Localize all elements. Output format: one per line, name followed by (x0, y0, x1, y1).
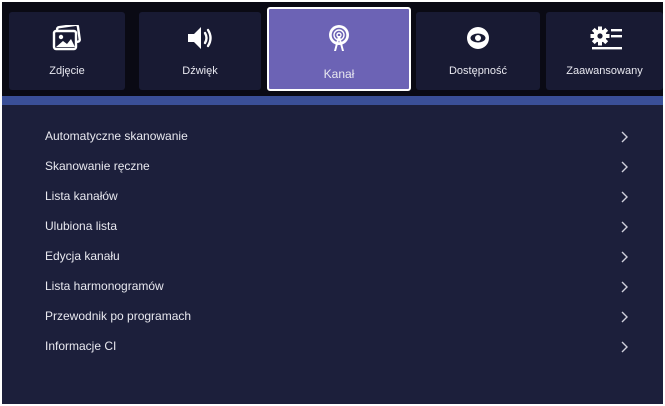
menu-item-manual-scan[interactable]: Skanowanie ręczne (2, 152, 663, 182)
chevron-right-icon (621, 311, 628, 323)
tab-label: Kanał (323, 67, 355, 81)
tab-channel[interactable]: Kanał (267, 7, 411, 91)
chevron-right-icon (621, 251, 628, 263)
menu-item-channel-list[interactable]: Lista kanałów (2, 182, 663, 212)
chevron-right-icon (621, 131, 628, 143)
tab-label: Zaawansowany (566, 65, 643, 77)
menu-item-favorite-list[interactable]: Ulubiona lista (2, 212, 663, 242)
menu-item-schedule-list[interactable]: Lista harmonogramów (2, 272, 663, 302)
header-divider (2, 96, 663, 105)
category-bar: Zdjęcie Dźwięk Kanał Dostępność Zaawanso… (2, 2, 663, 96)
menu-item-label: Skanowanie ręczne (45, 159, 150, 173)
tab-label: Dostępność (448, 65, 508, 77)
chevron-right-icon (621, 281, 628, 293)
menu-item-program-guide[interactable]: Przewodnik po programach (2, 302, 663, 332)
speaker-icon (185, 25, 215, 51)
menu-item-label: Automatyczne skanowanie (45, 129, 188, 143)
tab-label: Dźwięk (182, 65, 218, 77)
menu-item-channel-edit[interactable]: Edycja kanału (2, 242, 663, 272)
menu-item-label: Ulubiona lista (45, 219, 118, 233)
menu-item-ci-info[interactable]: Informacje CI (2, 332, 663, 362)
menu-item-label: Edycja kanału (45, 249, 120, 263)
tab-advanced[interactable]: Zaawansowany (546, 12, 663, 90)
menu-item-label: Przewodnik po programach (45, 309, 192, 323)
tv-settings-screen: Zdjęcie Dźwięk Kanał Dostępność Zaawanso… (2, 2, 663, 404)
tab-accessibility[interactable]: Dostępność (416, 12, 540, 90)
menu-item-label: Informacje CI (45, 339, 117, 353)
chevron-right-icon (621, 161, 628, 173)
menu-item-label: Lista kanałów (45, 189, 118, 203)
menu-item-auto-scan[interactable]: Automatyczne skanowanie (2, 122, 663, 152)
tab-label: Zdjęcie (49, 65, 85, 77)
gear-list-icon (590, 25, 622, 51)
tab-picture[interactable]: Zdjęcie (9, 12, 125, 90)
broadcast-icon (324, 24, 354, 51)
eye-icon (463, 25, 493, 51)
chevron-right-icon (621, 221, 628, 233)
tab-sound[interactable]: Dźwięk (139, 12, 261, 90)
chevron-right-icon (621, 341, 628, 353)
chevron-right-icon (621, 191, 628, 203)
menu-item-label: Lista harmonogramów (45, 279, 164, 293)
picture-icon (52, 23, 82, 51)
